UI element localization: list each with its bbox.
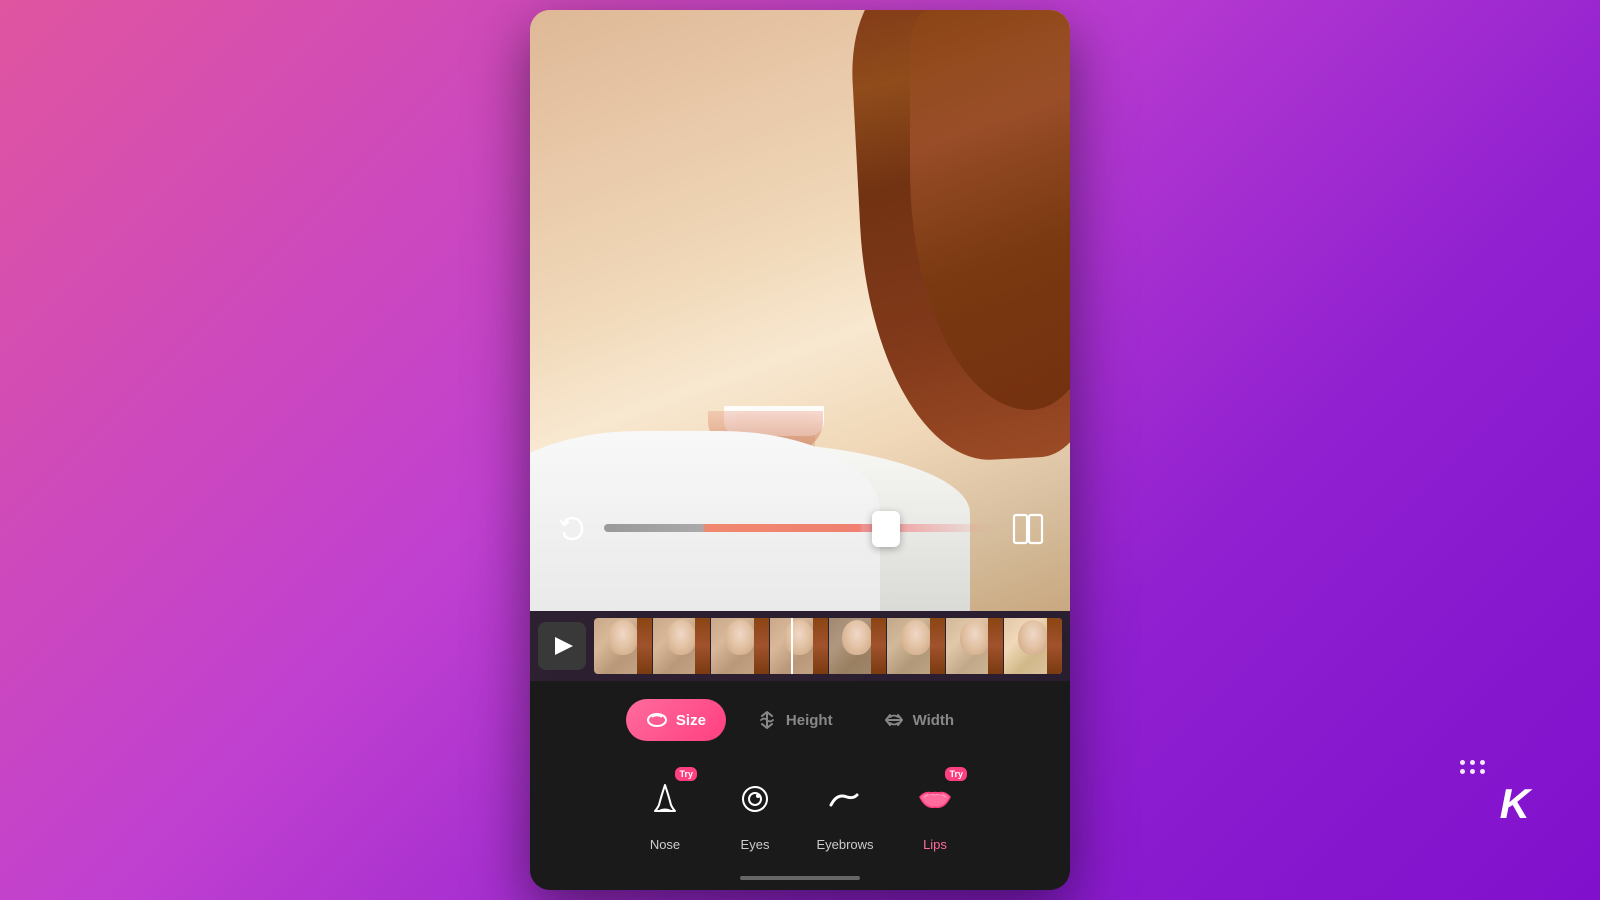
feature-eyebrows[interactable]: Eyebrows — [815, 769, 875, 852]
undo-button[interactable] — [550, 507, 594, 551]
height-tab-icon — [756, 709, 778, 731]
home-indicator — [530, 868, 1070, 890]
thumbnail-7 — [946, 618, 1004, 674]
controls-panel: Size Height Width — [530, 681, 1070, 868]
tab-size[interactable]: Size — [626, 699, 726, 741]
lips-label: Lips — [923, 837, 947, 852]
thumbnail-6 — [887, 618, 945, 674]
eyes-icon-wrap — [725, 769, 785, 829]
eyebrows-icon-wrap — [815, 769, 875, 829]
lips-try-badge: Try — [945, 767, 967, 781]
eyes-label: Eyes — [741, 837, 770, 852]
thumbnail-2 — [653, 618, 711, 674]
tab-size-label: Size — [676, 712, 706, 729]
tab-height[interactable]: Height — [736, 699, 853, 741]
watermark-area: K — [1460, 760, 1520, 820]
compare-button[interactable] — [1006, 507, 1050, 551]
features-row: Try Nose — [550, 759, 1050, 858]
feature-lips[interactable]: Try Lips — [905, 769, 965, 852]
playhead — [791, 618, 793, 674]
tab-width-label: Width — [913, 712, 955, 729]
eyes-icon — [737, 781, 773, 817]
lips-icon — [916, 785, 954, 813]
home-bar — [740, 876, 860, 880]
tab-bar: Size Height Width — [550, 699, 1050, 741]
thumbnail-8 — [1004, 618, 1062, 674]
eyebrows-label: Eyebrows — [816, 837, 873, 852]
thumbnails-strip[interactable] — [594, 618, 1062, 674]
play-icon — [555, 637, 573, 655]
watermark-k: K — [1500, 783, 1530, 825]
thumbnail-5 — [829, 618, 887, 674]
slider-area — [530, 507, 1070, 551]
slider-thumb[interactable] — [872, 511, 900, 547]
tab-height-label: Height — [786, 712, 833, 729]
feature-nose[interactable]: Try Nose — [635, 769, 695, 852]
thumbnail-3 — [711, 618, 769, 674]
size-tab-icon — [646, 709, 668, 731]
tab-width[interactable]: Width — [863, 699, 975, 741]
feature-eyes[interactable]: Eyes — [725, 769, 785, 852]
lips-icon-wrap: Try — [905, 769, 965, 829]
nose-icon-wrap: Try — [635, 769, 695, 829]
play-button[interactable] — [538, 622, 586, 670]
app-container: Size Height Width — [530, 10, 1070, 890]
video-area — [530, 10, 1070, 611]
thumbnail-4 — [770, 618, 828, 674]
width-tab-icon — [883, 709, 905, 731]
nose-label: Nose — [650, 837, 680, 852]
thumbnail-1 — [594, 618, 652, 674]
eyebrows-icon — [827, 785, 863, 813]
nose-icon — [647, 781, 683, 817]
nose-try-badge: Try — [675, 767, 697, 781]
timeline — [530, 611, 1070, 681]
slider-track — [604, 524, 996, 532]
slider-track-container[interactable] — [604, 524, 996, 534]
watermark-dots — [1460, 760, 1486, 774]
